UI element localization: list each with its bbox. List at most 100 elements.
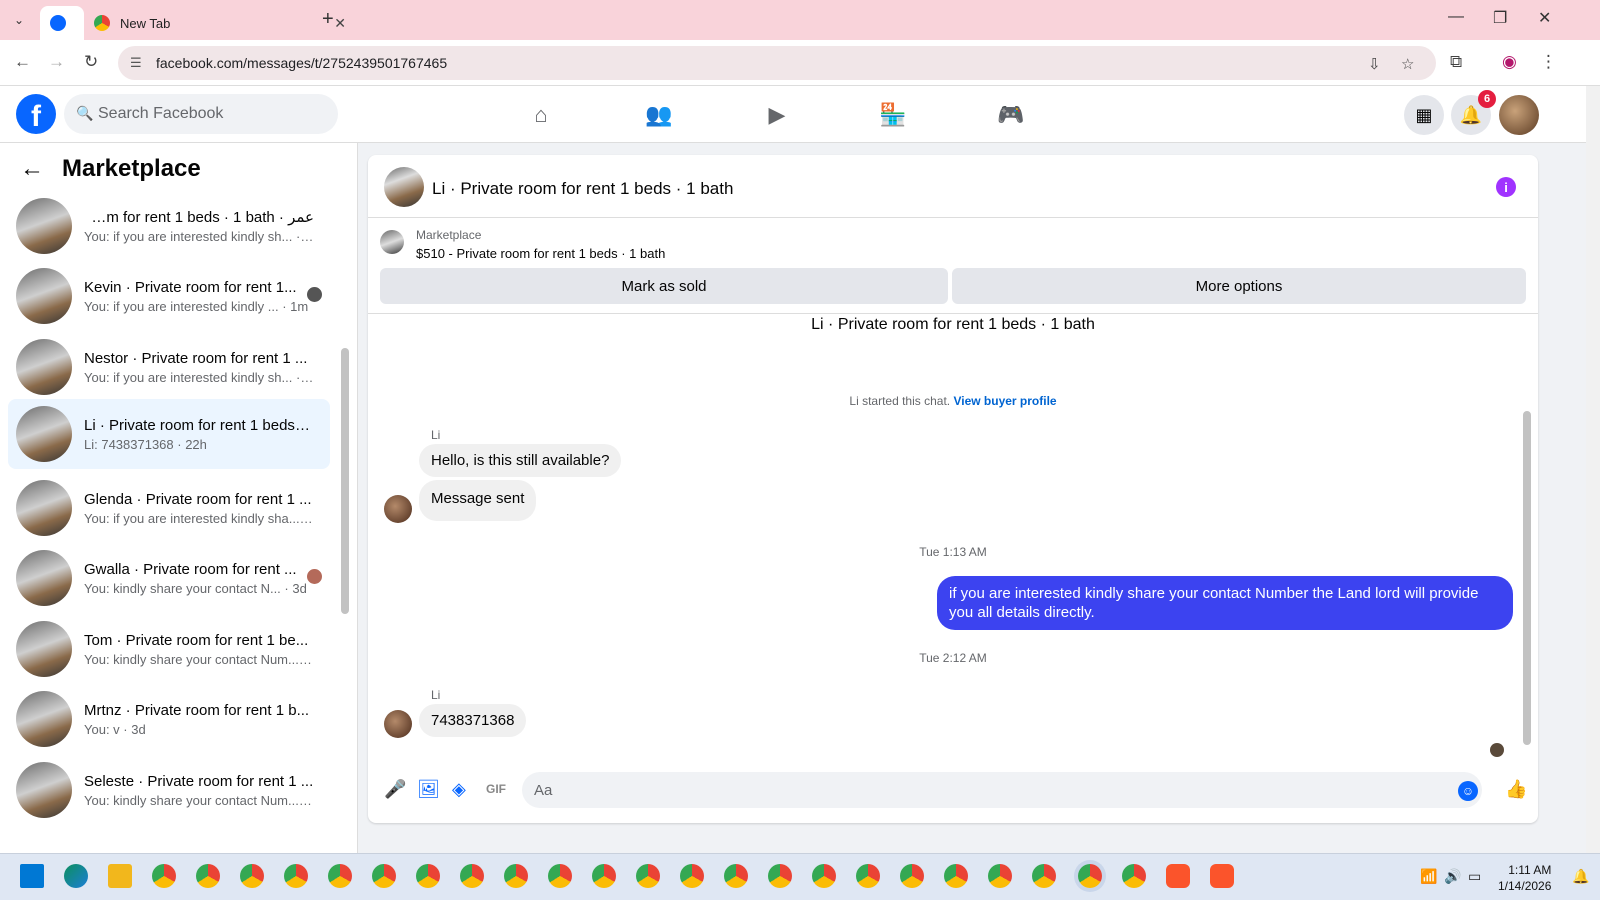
chat-title[interactable]: Li · Private room for rent 1 beds · 1 ba… (432, 179, 733, 199)
forward-icon[interactable]: → (48, 52, 65, 72)
sticker-icon[interactable]: ◈ (452, 779, 466, 800)
tab-search-chevron-icon[interactable]: ⌄ (6, 8, 32, 32)
extensions-icon[interactable]: ⧉ (1450, 52, 1462, 72)
thread-title: Li · Private room for rent 1 beds · 1 ba… (811, 316, 1095, 333)
marketplace-icon[interactable]: 🏪 (876, 98, 910, 132)
chrome-icon[interactable] (856, 864, 880, 888)
friends-icon[interactable]: 👥 (642, 98, 676, 132)
chrome-icon[interactable] (372, 864, 396, 888)
chrome-icon[interactable] (768, 864, 792, 888)
chrome-icon[interactable] (152, 864, 176, 888)
windows-start-icon[interactable] (20, 864, 44, 888)
chrome-icon[interactable] (548, 864, 572, 888)
conversation-item[interactable]: عمر · Private room for rent 1 beds · 1 b… (8, 191, 330, 261)
chrome-icon[interactable] (944, 864, 968, 888)
conversation-item-selected[interactable]: Li · Private room for rent 1 beds ·... Li… (8, 399, 330, 469)
back-arrow-icon[interactable]: ← (20, 155, 44, 183)
sidebar-title: Marketplace (62, 155, 201, 182)
edge-icon[interactable] (64, 864, 88, 888)
menu-grid-icon[interactable]: ▦ (1404, 95, 1444, 135)
chrome-icon[interactable] (328, 864, 352, 888)
address-bar[interactable]: ☰ facebook.com/messages/t/27524395017674… (118, 46, 1436, 80)
tab-label: New Tab (120, 15, 171, 31)
chrome-icon[interactable] (592, 864, 616, 888)
wifi-icon[interactable]: 📶 (1420, 868, 1437, 885)
like-thumb-icon[interactable]: 👍 (1505, 779, 1527, 800)
sidebar-scrollbar[interactable] (341, 348, 349, 614)
chat-avatar[interactable] (384, 167, 424, 207)
chrome-icon-active[interactable] (1078, 864, 1102, 888)
listing-detail[interactable]: $510 - Private room for rent 1 beds · 1 … (416, 246, 665, 261)
view-buyer-profile-link[interactable]: View buyer profile (953, 394, 1056, 408)
chrome-icon[interactable] (988, 864, 1012, 888)
tab-facebook[interactable] (40, 6, 84, 40)
home-icon[interactable]: ⌂ (524, 98, 558, 132)
bookmark-star-icon[interactable]: ☆ (1401, 55, 1414, 73)
chrome-icon[interactable] (724, 864, 748, 888)
chrome-icon[interactable] (196, 864, 220, 888)
restore-icon[interactable]: ❐ (1493, 8, 1507, 28)
back-icon[interactable]: ← (14, 52, 31, 72)
conversation-item[interactable]: Seleste · Private room for rent 1 ... You… (8, 755, 330, 825)
chrome-icon[interactable] (1122, 864, 1146, 888)
conversation-name: Mrtnz · Private room for rent 1 b... (84, 701, 310, 719)
volume-icon[interactable]: 🔊 (1444, 868, 1461, 885)
tab-new-tab[interactable]: New Tab ✕ (84, 6, 356, 40)
facebook-logo[interactable]: f (16, 94, 56, 134)
browser-tab-strip: ⌄ New Tab ✕ + — ❐ ✕ (0, 0, 1600, 40)
sender-avatar[interactable] (384, 495, 412, 523)
install-app-icon[interactable]: ⇩ (1368, 55, 1381, 73)
conversation-item[interactable]: Mrtnz · Private room for rent 1 b... You:… (8, 684, 330, 754)
gaming-icon[interactable]: 🎮 (994, 98, 1028, 132)
message-input[interactable]: Aa (522, 772, 1482, 808)
close-window-icon[interactable]: ✕ (1538, 8, 1551, 28)
battery-icon[interactable]: ▭ (1468, 868, 1481, 885)
seen-avatar (307, 287, 322, 302)
search-input[interactable]: 🔍 Search Facebook (64, 94, 338, 134)
gif-icon[interactable]: GIF (486, 782, 506, 796)
conversation-preview: You: if you are interested kindly ... · … (84, 298, 309, 314)
minimize-icon[interactable]: — (1448, 8, 1464, 26)
conversation-item[interactable]: Kevin · Private room for rent 1... You: i… (8, 261, 330, 331)
microphone-icon[interactable]: 🎤 (384, 779, 406, 800)
conversation-name: Gwalla · Private room for rent ... (84, 560, 297, 578)
conversation-item[interactable]: Nestor · Private room for rent 1 ... You:… (8, 332, 330, 402)
system-clock[interactable]: 1:11 AM 1/14/2026 (1498, 862, 1551, 894)
new-tab-icon[interactable]: + (322, 8, 334, 31)
more-options-button[interactable]: More options (952, 268, 1526, 304)
brave-icon[interactable] (1210, 864, 1234, 888)
brave-icon[interactable] (1166, 864, 1190, 888)
chrome-icon[interactable] (460, 864, 484, 888)
chrome-menu-icon[interactable]: ⋮ (1540, 52, 1557, 72)
chrome-icon[interactable] (416, 864, 440, 888)
chrome-icon[interactable] (1032, 864, 1056, 888)
photo-icon[interactable]: 🖼 (417, 779, 440, 800)
site-info-icon[interactable]: ☰ (130, 55, 142, 71)
chrome-icon (94, 15, 110, 31)
video-icon[interactable]: ▶ (760, 98, 794, 132)
file-explorer-icon[interactable] (108, 864, 132, 888)
chrome-icon[interactable] (284, 864, 308, 888)
chrome-icon[interactable] (636, 864, 660, 888)
notification-center-icon[interactable]: 🔔 (1572, 868, 1589, 885)
sender-avatar[interactable] (384, 710, 412, 738)
emoji-icon[interactable]: ☺ (1458, 781, 1478, 801)
conversation-preview: Li: 7438371368 · 22h (84, 436, 207, 452)
reload-icon[interactable]: ↻ (84, 52, 98, 72)
chrome-icon[interactable] (240, 864, 264, 888)
info-icon[interactable]: i (1496, 177, 1516, 197)
conversation-item[interactable]: Tom · Private room for rent 1 be... You: … (8, 614, 330, 684)
chat-scrollbar[interactable] (1523, 411, 1531, 745)
incoming-message: 7438371368 (419, 704, 527, 737)
page-scrollbar[interactable] (1586, 86, 1600, 853)
chrome-icon[interactable] (680, 864, 704, 888)
profile-icon[interactable]: ◉ (1502, 52, 1517, 72)
chrome-icon[interactable] (504, 864, 528, 888)
chrome-icon[interactable] (900, 864, 924, 888)
conversation-item[interactable]: Glenda · Private room for rent 1 ... You:… (8, 473, 330, 543)
conversation-item[interactable]: Gwalla · Private room for rent ... You: k… (8, 543, 330, 613)
account-avatar[interactable] (1499, 95, 1539, 135)
chrome-icon[interactable] (812, 864, 836, 888)
mark-as-sold-button[interactable]: Mark as sold (380, 268, 948, 304)
close-tab-icon[interactable]: ✕ (334, 15, 346, 32)
